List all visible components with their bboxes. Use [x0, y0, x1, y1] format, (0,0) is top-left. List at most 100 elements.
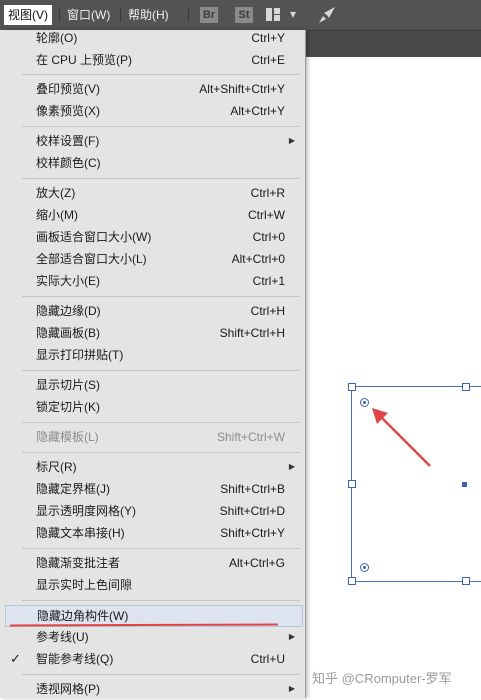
- menu-item-print-tiling[interactable]: 显示打印拼贴(T): [0, 344, 305, 366]
- menu-item-label: 全部适合窗口大小(L): [36, 252, 147, 266]
- menu-item-label: 隐藏边角构件(W): [37, 609, 129, 623]
- menu-item-shortcut: Ctrl+Y: [251, 31, 285, 45]
- menu-item-pixel-preview[interactable]: 像素预览(X) Alt+Ctrl+Y: [0, 100, 305, 122]
- center-point: [462, 482, 467, 487]
- menu-item-label: 校样设置(F): [36, 134, 100, 148]
- menu-item-proof-colors[interactable]: 校样颜色(C): [0, 152, 305, 174]
- menu-separator: [22, 600, 300, 601]
- menu-separator: [22, 674, 300, 675]
- menu-item-rulers[interactable]: 标尺(R) ▶: [0, 456, 305, 478]
- menu-item-shortcut: Alt+Shift+Ctrl+Y: [199, 82, 285, 96]
- menu-item-shortcut: Ctrl+1: [252, 274, 285, 288]
- menu-item-cpu-preview[interactable]: 在 CPU 上预览(P) Ctrl+E: [0, 49, 305, 71]
- menu-item-shortcut: Alt+Ctrl+0: [231, 252, 285, 266]
- menu-item-hide-text-threads[interactable]: 隐藏文本串接(H) Shift+Ctrl+Y: [0, 522, 305, 544]
- menu-item-label: 像素预览(X): [36, 104, 100, 118]
- menu-item-shortcut: Shift+Ctrl+W: [216, 430, 285, 444]
- rocket-icon[interactable]: [318, 6, 336, 27]
- menu-item-label: 显示透明度网格(Y): [36, 504, 136, 518]
- menu-item-shortcut: Ctrl+E: [251, 53, 285, 67]
- menu-item-lock-slices[interactable]: 锁定切片(K): [0, 396, 305, 418]
- selection-handle[interactable]: [462, 577, 470, 585]
- selection-handle[interactable]: [348, 480, 356, 488]
- menu-item-label: 显示打印拼贴(T): [36, 348, 124, 362]
- menu-view[interactable]: 视图(V): [4, 5, 52, 25]
- menu-item-label: 隐藏定界框(J): [36, 482, 110, 496]
- menu-divider: [120, 8, 121, 22]
- menu-item-shortcut: Shift+Ctrl+H: [219, 326, 285, 340]
- menu-item-shortcut: Alt+Ctrl+Y: [230, 104, 285, 118]
- submenu-arrow-icon: ▶: [288, 632, 295, 641]
- menu-item-smart-guides[interactable]: ✓ 智能参考线(Q) Ctrl+U: [0, 648, 305, 670]
- menu-item-label: 智能参考线(Q): [36, 652, 114, 666]
- menu-item-shortcut: Shift+Ctrl+Y: [220, 526, 285, 540]
- menu-item-label: 放大(Z): [36, 186, 76, 200]
- menu-item-label: 隐藏模板(L): [36, 430, 99, 444]
- menu-help[interactable]: 帮助(H): [124, 5, 173, 25]
- menu-separator: [22, 548, 300, 549]
- menu-separator: [22, 370, 300, 371]
- menu-item-label: 隐藏画板(B): [36, 326, 100, 340]
- menu-item-label: 显示实时上色间隙: [36, 578, 133, 592]
- menu-item-fit-artboard[interactable]: 画板适合窗口大小(W) Ctrl+0: [0, 226, 305, 248]
- menu-item-shortcut: Ctrl+W: [248, 208, 285, 222]
- corner-widget-icon[interactable]: [360, 563, 369, 572]
- menu-item-show-slices[interactable]: 显示切片(S): [0, 374, 305, 396]
- menu-item-shortcut: Ctrl+0: [252, 230, 285, 244]
- menu-item-live-paint-gaps[interactable]: 显示实时上色间隙: [0, 574, 305, 596]
- menu-item-shortcut: Shift+Ctrl+D: [219, 504, 285, 518]
- menu-item-hide-template: 隐藏模板(L) Shift+Ctrl+W: [0, 426, 305, 448]
- menu-item-label: 画板适合窗口大小(W): [36, 230, 152, 244]
- menu-item-zoom-in[interactable]: 放大(Z) Ctrl+R: [0, 182, 305, 204]
- selection-handle[interactable]: [348, 577, 356, 585]
- bridge-button[interactable]: Br: [200, 7, 218, 23]
- watermark: 知乎 @CRomputer-罗军: [312, 671, 452, 686]
- menu-separator: [22, 422, 300, 423]
- view-menu-dropdown: 轮廓(O) Ctrl+Y 在 CPU 上预览(P) Ctrl+E 叠印预览(V) Al…: [0, 30, 306, 698]
- menu-item-label: 隐藏文本串接(H): [36, 526, 125, 540]
- menu-item-shortcut: Ctrl+U: [250, 652, 285, 666]
- grid-layout-icon[interactable]: [266, 8, 280, 21]
- menu-item-fit-all[interactable]: 全部适合窗口大小(L) Alt+Ctrl+0: [0, 248, 305, 270]
- submenu-arrow-icon: ▶: [288, 462, 295, 471]
- selection-handle[interactable]: [462, 383, 470, 391]
- menu-item-label: 隐藏渐变批注者: [36, 556, 121, 570]
- menu-item-hide-bounding-box[interactable]: 隐藏定界框(J) Shift+Ctrl+B: [0, 478, 305, 500]
- stock-button[interactable]: St: [235, 7, 253, 23]
- menu-item-label: 锁定切片(K): [36, 400, 100, 414]
- chevron-down-icon[interactable]: ▾: [290, 7, 296, 21]
- menu-item-zoom-out[interactable]: 缩小(M) Ctrl+W: [0, 204, 305, 226]
- menu-item-guides[interactable]: 参考线(U) ▶: [0, 626, 305, 648]
- menu-item-label: 透视网格(P): [36, 682, 100, 696]
- menu-item-label: 在 CPU 上预览(P): [36, 53, 133, 67]
- menu-window[interactable]: 窗口(W): [63, 5, 114, 25]
- menu-item-transparency-grid[interactable]: 显示透明度网格(Y) Shift+Ctrl+D: [0, 500, 305, 522]
- menu-divider: [59, 8, 60, 22]
- menu-item-hide-artboards[interactable]: 隐藏画板(B) Shift+Ctrl+H: [0, 322, 305, 344]
- menu-item-label: 显示切片(S): [36, 378, 100, 392]
- menu-item-overprint-preview[interactable]: 叠印预览(V) Alt+Shift+Ctrl+Y: [0, 78, 305, 100]
- checkmark-icon: ✓: [10, 651, 21, 666]
- menu-item-perspective-grid[interactable]: 透视网格(P) ▶: [0, 678, 305, 700]
- menu-separator: [22, 178, 300, 179]
- menu-item-outline[interactable]: 轮廓(O) Ctrl+Y: [0, 27, 305, 49]
- menu-separator: [22, 452, 300, 453]
- menu-item-label: 实际大小(E): [36, 274, 100, 288]
- submenu-arrow-icon: ▶: [288, 684, 295, 693]
- menu-separator: [22, 126, 300, 127]
- canvas[interactable]: [305, 57, 481, 698]
- menu-item-label: 标尺(R): [36, 460, 77, 474]
- menu-item-label: 轮廓(O): [36, 31, 78, 45]
- menu-item-actual-size[interactable]: 实际大小(E) Ctrl+1: [0, 270, 305, 292]
- menu-item-label: 叠印预览(V): [36, 82, 100, 96]
- menu-item-label: 缩小(M): [36, 208, 78, 222]
- menu-item-hide-gradient-annotator[interactable]: 隐藏渐变批注者 Alt+Ctrl+G: [0, 552, 305, 574]
- submenu-arrow-icon: ▶: [288, 136, 295, 145]
- annotation-arrow-icon: [372, 408, 431, 467]
- menu-item-label: 隐藏边缘(D): [36, 304, 101, 318]
- selection-handle[interactable]: [348, 383, 356, 391]
- menu-item-proof-setup[interactable]: 校样设置(F) ▶: [0, 130, 305, 152]
- menu-item-hide-edges[interactable]: 隐藏边缘(D) Ctrl+H: [0, 300, 305, 322]
- control-panel-strip: [305, 31, 481, 57]
- menu-item-shortcut: Ctrl+R: [250, 186, 285, 200]
